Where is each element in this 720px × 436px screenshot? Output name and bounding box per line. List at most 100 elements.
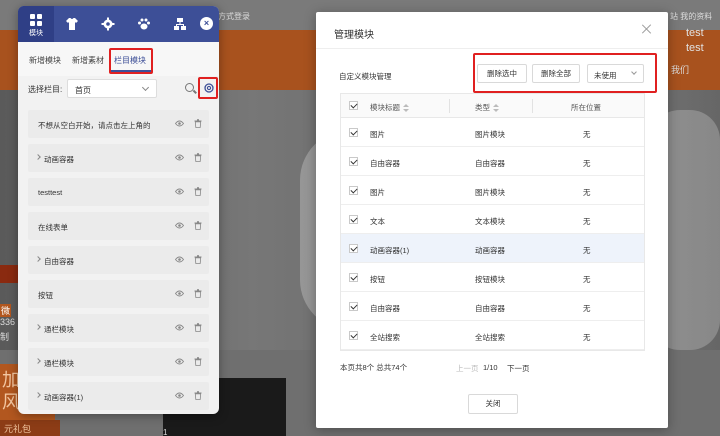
subtab-new-module[interactable]: 新增模块 xyxy=(29,55,61,66)
trash-icon[interactable] xyxy=(194,323,202,332)
row-title: 动画容器(1) xyxy=(370,246,410,255)
row-title: 图片 xyxy=(370,188,385,197)
eye-icon[interactable] xyxy=(175,324,184,331)
eye-icon[interactable] xyxy=(175,290,184,297)
trash-icon[interactable] xyxy=(194,289,202,298)
row-title: 自由容器 xyxy=(370,304,400,313)
list-item-label: 不想从空白开始，请点击左上角的 xyxy=(38,121,151,130)
chevron-right-icon[interactable] xyxy=(35,154,41,160)
list-item[interactable]: 动画容器 xyxy=(28,144,209,172)
row-checkbox[interactable] xyxy=(349,302,358,311)
list-item-label: 动画容器(1) xyxy=(44,393,84,402)
column-type-header[interactable]: 类型 xyxy=(475,102,499,113)
row-checkbox[interactable] xyxy=(349,186,358,195)
table-row[interactable]: 动画容器(1) 动画容器 无 xyxy=(341,234,644,263)
list-item[interactable]: 按钮 xyxy=(28,280,209,308)
list-item-label: 动画容器 xyxy=(44,155,74,164)
row-checkbox[interactable] xyxy=(349,157,358,166)
tab-modules-label: 模块 xyxy=(29,30,43,37)
column-title-header[interactable]: 模块标题 xyxy=(370,102,409,113)
tab-plugins[interactable] xyxy=(126,6,162,42)
trash-icon[interactable] xyxy=(194,391,202,400)
bg-test-text-1: test xyxy=(686,27,704,39)
table-row[interactable]: 图片 图片模块 无 xyxy=(341,118,644,147)
tab-modules[interactable]: 模块 xyxy=(18,6,54,42)
list-item[interactable]: 自由容器 xyxy=(28,246,209,274)
modules-table: 模块标题 类型 所在位置 图片 图片模块无自由容器 自由容器无图片 图片模块无文本 文本… xyxy=(340,93,645,351)
grid-icon xyxy=(30,14,42,26)
page-indicator: 1/10 xyxy=(483,363,498,372)
chevron-right-icon[interactable] xyxy=(35,392,41,398)
list-item[interactable]: testtest xyxy=(28,178,209,206)
prev-page-link[interactable]: 上一页 xyxy=(456,363,479,374)
bg-promo-gift-text: 元礼包 xyxy=(4,424,32,434)
row-location: 无 xyxy=(583,159,591,168)
list-item[interactable]: 动画容器(1) xyxy=(28,382,209,410)
row-checkbox[interactable] xyxy=(349,215,358,224)
chevron-down-icon xyxy=(141,83,150,92)
trash-icon[interactable] xyxy=(194,357,202,366)
panel-close-button[interactable]: × xyxy=(200,17,213,30)
list-item[interactable]: 通栏模块 xyxy=(28,348,209,376)
row-type: 图片模块 xyxy=(475,130,505,139)
row-title: 全站搜索 xyxy=(370,333,400,342)
tab-style[interactable] xyxy=(54,6,90,42)
table-row[interactable]: 自由容器 自由容器 无 xyxy=(341,147,644,176)
manage-modules-dialog: 管理模块 自定义模块管理 删除选中 删除全部 未使用 模块标题 类型 所在位置 … xyxy=(316,12,668,428)
row-checkbox[interactable] xyxy=(349,273,358,282)
shirt-icon xyxy=(66,18,78,30)
bg-about-link: 我们 xyxy=(671,65,690,75)
dialog-divider xyxy=(316,48,668,49)
eye-icon[interactable] xyxy=(175,256,184,263)
trash-icon[interactable] xyxy=(194,153,202,162)
row-type: 全站搜索 xyxy=(475,333,505,342)
trash-icon[interactable] xyxy=(194,187,202,196)
select-all-checkbox[interactable] xyxy=(349,101,358,110)
column-location-header: 所在位置 xyxy=(571,103,601,112)
tab-sitemap[interactable] xyxy=(162,6,198,42)
eye-icon[interactable] xyxy=(175,222,184,229)
row-checkbox[interactable] xyxy=(349,331,358,340)
table-row[interactable]: 文本 文本模块 无 xyxy=(341,205,644,234)
subtab-new-material[interactable]: 新增素材 xyxy=(72,55,104,66)
trash-icon[interactable] xyxy=(194,119,202,128)
chevron-right-icon[interactable] xyxy=(35,256,41,262)
chevron-right-icon[interactable] xyxy=(35,358,41,364)
eye-icon[interactable] xyxy=(175,188,184,195)
column-select[interactable]: 首页 xyxy=(67,79,157,98)
row-checkbox[interactable] xyxy=(349,128,358,137)
bg-promo-strip: 元礼包 xyxy=(0,420,60,436)
close-button[interactable]: 关闭 xyxy=(468,394,518,414)
chevron-right-icon[interactable] xyxy=(35,324,41,330)
list-item[interactable]: 在线表单 xyxy=(28,212,209,240)
highlight-box-gear xyxy=(198,77,218,99)
row-type: 自由容器 xyxy=(475,304,505,313)
trash-icon[interactable] xyxy=(194,221,202,230)
sort-icon xyxy=(493,104,499,113)
row-location: 无 xyxy=(583,333,591,342)
column-select-row: 选择栏目: 首页 xyxy=(18,76,219,102)
list-item[interactable]: 通栏模块 xyxy=(28,314,209,342)
eye-icon[interactable] xyxy=(175,358,184,365)
table-row[interactable]: 图片 图片模块 无 xyxy=(341,176,644,205)
eye-icon[interactable] xyxy=(175,154,184,161)
header-separator xyxy=(449,99,450,113)
list-item-label: 通栏模块 xyxy=(44,325,74,334)
row-location: 无 xyxy=(583,188,591,197)
trash-icon[interactable] xyxy=(194,255,202,264)
row-checkbox[interactable] xyxy=(349,244,358,253)
eye-icon[interactable] xyxy=(175,392,184,399)
list-item[interactable]: 不想从空白开始，请点击左上角的 xyxy=(28,110,209,138)
custom-module-label: 自定义模块管理 xyxy=(339,72,392,81)
eye-icon[interactable] xyxy=(175,120,184,127)
bg-left-char-2: 336 xyxy=(0,317,16,327)
tab-settings[interactable] xyxy=(90,6,126,42)
table-row[interactable]: 按钮 按钮模块 无 xyxy=(341,263,644,292)
next-page-link[interactable]: 下一页 xyxy=(507,363,530,374)
table-row[interactable]: 全站搜索 全站搜索 无 xyxy=(341,321,644,350)
table-row[interactable]: 自由容器 自由容器 无 xyxy=(341,292,644,321)
search-icon[interactable] xyxy=(185,83,194,92)
row-title: 文本 xyxy=(370,217,385,226)
close-icon[interactable] xyxy=(642,24,652,34)
gear-icon xyxy=(101,17,115,31)
